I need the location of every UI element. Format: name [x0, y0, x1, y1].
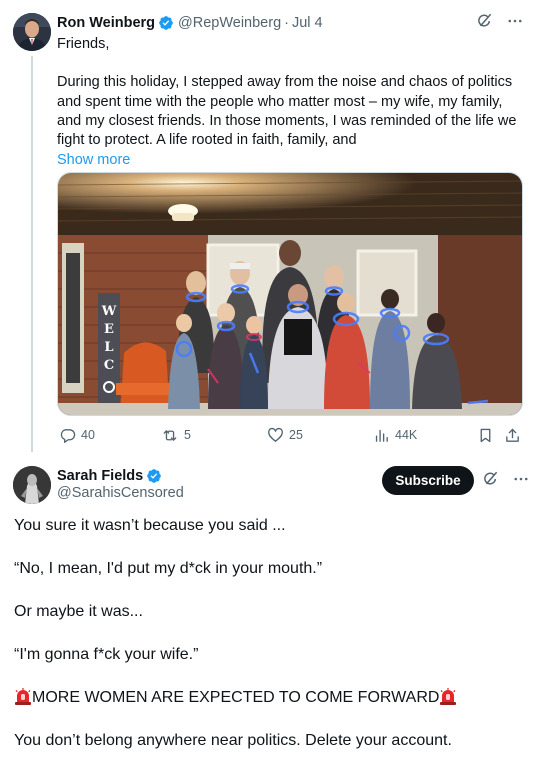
like-button[interactable]: 25 [267, 424, 303, 446]
tweet-text: You sure it wasn’t because you said ... … [14, 515, 529, 751]
svg-text:E: E [104, 322, 114, 337]
bookmark-button[interactable] [477, 424, 494, 446]
tweet-ron-weinberg[interactable]: Ron Weinberg @RepWeinberg · Jul 4 Friend… [0, 0, 537, 455]
tweet-text-line: You sure it wasn’t because you said ... [14, 517, 286, 534]
views-icon [373, 427, 390, 444]
svg-text:L: L [104, 340, 113, 355]
avatar[interactable] [13, 466, 51, 504]
tweet-sarah-fields[interactable]: Sarah Fields @SarahisCensored Subscribe … [0, 455, 537, 758]
subscribe-button[interactable]: Subscribe [382, 466, 474, 495]
share-button[interactable] [504, 424, 521, 446]
alert-siren-icon [439, 688, 457, 705]
repost-count: 5 [184, 428, 191, 442]
share-icon [504, 427, 521, 444]
verified-badge-icon [158, 15, 174, 31]
tweet-top-actions [482, 470, 530, 488]
tweet-text-line: “I'm gonna f*ck your wife.” [14, 646, 199, 663]
alert-text: MORE WOMEN ARE EXPECTED TO COME FORWARD [32, 689, 440, 706]
thread-connector-line [31, 56, 33, 452]
tweet-header: Ron Weinberg @RepWeinberg · Jul 4 [57, 13, 323, 33]
repost-button[interactable]: 5 [161, 424, 191, 446]
tweet-text-body: During this holiday, I stepped away from… [57, 74, 517, 149]
svg-text:C: C [104, 358, 114, 373]
author-handle[interactable]: @SarahisCensored [57, 485, 184, 501]
more-icon[interactable] [506, 12, 524, 30]
tweet-photo[interactable]: W E L C [57, 172, 523, 416]
author-name[interactable]: Ron Weinberg [57, 15, 155, 31]
like-count: 25 [289, 428, 303, 442]
tweet-date[interactable]: Jul 4 [292, 15, 323, 31]
views-button[interactable]: 44K [373, 424, 417, 446]
tweet-actions: 40 5 25 44K [57, 424, 523, 446]
reply-icon [59, 427, 76, 444]
tweet-text-line: Or maybe it was... [14, 603, 143, 620]
tweet-text-line: You don’t belong anywhere near politics.… [14, 732, 452, 749]
separator-dot: · [284, 15, 289, 31]
author-handle[interactable]: @RepWeinberg [178, 15, 281, 31]
author-name[interactable]: Sarah Fields [57, 468, 143, 484]
tweet-text: Friends, During this holiday, I stepped … [57, 35, 527, 171]
bookmark-icon [477, 427, 494, 444]
like-icon [267, 427, 284, 444]
reply-button[interactable]: 40 [59, 424, 95, 446]
tweet-top-actions [476, 12, 524, 30]
avatar[interactable] [13, 13, 51, 51]
views-count: 44K [395, 428, 418, 442]
tweet-header: Sarah Fields [57, 466, 166, 486]
tweet-text-greeting: Friends, [57, 36, 110, 52]
verified-badge-icon [146, 468, 162, 484]
grok-icon[interactable] [482, 470, 500, 488]
grok-icon[interactable] [476, 12, 494, 30]
tweet-text-alert-line: MORE WOMEN ARE EXPECTED TO COME FORWARD [14, 687, 529, 708]
alert-siren-icon [14, 688, 32, 705]
show-more-link[interactable]: Show more [57, 151, 130, 170]
repost-icon [161, 427, 179, 444]
reply-count: 40 [81, 428, 95, 442]
svg-text:W: W [101, 304, 117, 319]
more-icon[interactable] [512, 470, 530, 488]
tweet-text-line: “No, I mean, I'd put my d*ck in your mou… [14, 560, 323, 577]
